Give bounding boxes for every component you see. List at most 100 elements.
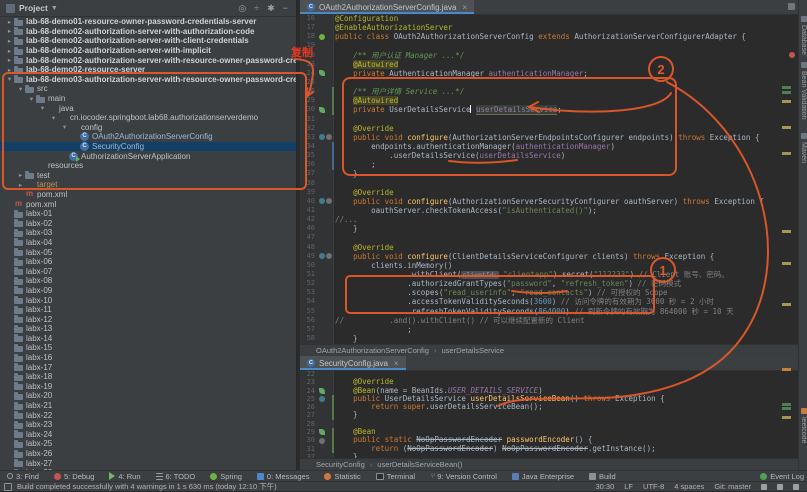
code-line[interactable]: 41 oauthServer.checkTokenAccess("isAuthe… (300, 206, 798, 215)
code-line[interactable]: 38 (300, 179, 798, 188)
tree-item[interactable]: ▾ java (0, 103, 296, 113)
tree-item[interactable]: resources (0, 161, 296, 171)
toolwindow-button-event-log[interactable]: Event Log (760, 472, 804, 481)
toolwindow-button-3-find[interactable]: 3: Find (7, 472, 39, 481)
code-line[interactable]: 47 (300, 233, 798, 242)
tree-item[interactable]: labx-11 (0, 305, 296, 315)
tree-item[interactable]: ▾ lab-68-demo03-authorization-server-with… (0, 75, 296, 85)
code-line[interactable]: 42 //... (300, 215, 798, 224)
tree-item[interactable]: ▾ config (0, 123, 296, 133)
tree-item[interactable]: ▸ test (0, 171, 296, 181)
breadcrumb-member[interactable]: userDetailsServiceBean() (377, 460, 462, 469)
lock-icon[interactable] (761, 483, 767, 490)
tree-item[interactable]: labx-01 (0, 209, 296, 219)
tree-item[interactable]: ▸ lab-68-demo02-authorization-server-with… (0, 36, 296, 46)
chevron-collapsed-icon[interactable]: ▸ (5, 37, 14, 45)
tool-stripe-maven[interactable]: Maven (799, 133, 807, 163)
code-line[interactable]: 53 .scopes("read_userinfo", "read_contac… (300, 288, 798, 297)
breadcrumb-class[interactable]: SecurityConfig (316, 460, 365, 469)
code-line[interactable]: 16 @Configuration (300, 14, 798, 23)
locate-icon[interactable]: ◎ (238, 3, 246, 13)
tree-item[interactable]: labx-19 (0, 382, 296, 392)
code-line[interactable]: 31 (300, 115, 798, 124)
code-line[interactable]: 24 private AuthenticationManager authent… (300, 69, 798, 78)
tree-item[interactable]: labx-27 (0, 458, 296, 468)
code-line[interactable]: 26 return super.userDetailsServiceBean()… (300, 403, 798, 412)
changes-icon[interactable] (777, 483, 783, 490)
collapse-all-icon[interactable]: ÷ (254, 3, 259, 13)
toolwindow-button-6-todo[interactable]: 6: TODO (155, 472, 195, 481)
code-line[interactable]: 25 (300, 78, 798, 87)
code-line[interactable]: 40 public void configure(AuthorizationSe… (300, 197, 798, 206)
code-line[interactable]: 18 public class OAuth2AuthorizationServer… (300, 32, 798, 41)
code-line[interactable]: 33 public void configure(AuthorizationSe… (300, 133, 798, 142)
tree-item[interactable]: ▸ lab-68-demo02-authorization-server-with… (0, 27, 296, 37)
tree-item[interactable]: m pom.xml (0, 199, 296, 209)
code-line[interactable]: 20 /** 用户认证 Manager ...*/ (300, 51, 798, 60)
tree-item[interactable]: labx-21 (0, 401, 296, 411)
chevron-collapsed-icon[interactable]: ▸ (5, 66, 14, 74)
tree-item[interactable]: ▾ main (0, 94, 296, 104)
toolwindow-toggle-icon[interactable] (4, 482, 12, 491)
code-line[interactable]: 50 clients.inMemory() (300, 261, 798, 270)
code-line[interactable]: 58 } (300, 334, 798, 343)
chevron-expanded-icon[interactable]: ▾ (49, 114, 58, 122)
tree-item[interactable]: m pom.xml (0, 190, 296, 200)
code-line[interactable]: 46 } (300, 224, 798, 233)
toolwindow-button-9-version-control[interactable]: ⑂ 9: Version Control (430, 472, 497, 481)
chevron-expanded-icon[interactable]: ▾ (27, 95, 36, 103)
chevron-expanded-icon[interactable]: ▾ (16, 85, 25, 93)
settings-gear-icon[interactable]: ✱ (267, 3, 275, 13)
toolwindow-button-build[interactable]: Build (589, 472, 616, 481)
tree-item[interactable]: labx-14 (0, 334, 296, 344)
tree-item[interactable]: ▾ src (0, 84, 296, 94)
tree-item[interactable]: labx-09 (0, 286, 296, 296)
code-line[interactable]: 19 (300, 41, 798, 50)
tab-oauth2authorizationserverconfig[interactable]: C OAuth2AuthorizationServerConfig.java × (300, 0, 475, 14)
tree-item[interactable]: labx-07 (0, 266, 296, 276)
tree-item[interactable]: labx-17 (0, 362, 296, 372)
tree-item[interactable]: labx-24 (0, 430, 296, 440)
tree-item[interactable]: ▸ target (0, 180, 296, 190)
code-line[interactable]: 54 .accessTokenValiditySeconds(3600) // … (300, 297, 798, 306)
toolwindow-button-5-debug[interactable]: 5: Debug (53, 472, 94, 481)
update-icon[interactable] (793, 483, 799, 490)
code-line[interactable]: 26 /** 用户详情 Service ...*/ (300, 87, 798, 96)
tool-stripe-database[interactable]: Database (799, 16, 807, 55)
code-line[interactable]: 32 @Override (300, 124, 798, 133)
code-line[interactable]: 56 // .and().withClient() // 可以继续配置新的 Cli… (300, 316, 798, 325)
tool-stripe-bean-validation[interactable]: Bean Validation (799, 62, 807, 120)
code-line[interactable]: 49 public void configure(ClientDetailsSe… (300, 252, 798, 261)
chevron-collapsed-icon[interactable]: ▸ (5, 27, 14, 35)
toolwindow-button-statistic[interactable]: Statistic (324, 472, 361, 481)
tree-item[interactable]: labx-20 (0, 391, 296, 401)
tab-securityconfig[interactable]: C SecurityConfig.java × (300, 356, 406, 370)
chevron-expanded-icon[interactable]: ▾ (38, 104, 47, 112)
tree-item[interactable]: labx-18 (0, 372, 296, 382)
tree-item[interactable]: ▸ lab-68-demo02-authorization-server-with… (0, 46, 296, 56)
code-line[interactable]: 29 @Autowired (300, 96, 798, 106)
code-line[interactable]: 51 .withClient(clientId: "clientapp").se… (300, 270, 798, 279)
top-editor-code[interactable]: 16 @Configuration 17 @EnableAuthorizationSe… (300, 14, 798, 344)
editor-options-icon[interactable] (788, 3, 795, 10)
chevron-collapsed-icon[interactable]: ▸ (5, 18, 14, 26)
project-panel-title[interactable]: Project (19, 3, 48, 13)
tree-item[interactable]: labx-06 (0, 257, 296, 267)
chevron-down-icon[interactable]: ▼ (51, 5, 58, 12)
tree-item[interactable]: ▸ lab-68-demo01-resource-owner-password-c… (0, 17, 296, 27)
tree-item[interactable]: ▾ cn.iocoder.springboot.lab68.authorizati… (0, 113, 296, 123)
tree-item[interactable]: labx-12 (0, 314, 296, 324)
tree-item[interactable]: labx-05 (0, 247, 296, 257)
code-line[interactable]: 37 } (300, 169, 798, 178)
toolwindow-button-0-messages[interactable]: 0: Messages (256, 472, 309, 481)
tree-item[interactable]: C SecurityConfig (0, 141, 296, 152)
tree-item[interactable]: labx-10 (0, 295, 296, 305)
tree-item[interactable]: C AuthorizationServerApplication (0, 151, 296, 162)
chevron-collapsed-icon[interactable]: ▸ (16, 181, 25, 189)
code-line[interactable]: 36 ; (300, 160, 798, 169)
tree-item[interactable]: labx-22 (0, 410, 296, 420)
bottom-editor-code[interactable]: 22 23 @Override 24 @Bean(name = BeanIds.US… (300, 370, 798, 458)
code-line[interactable]: 23 @Autowired (300, 59, 798, 69)
tree-item[interactable]: ▸ lab-68-demo02-authorization-server-with… (0, 55, 296, 65)
breadcrumb-class[interactable]: OAuth2AuthorizationServerConfig (316, 346, 429, 355)
